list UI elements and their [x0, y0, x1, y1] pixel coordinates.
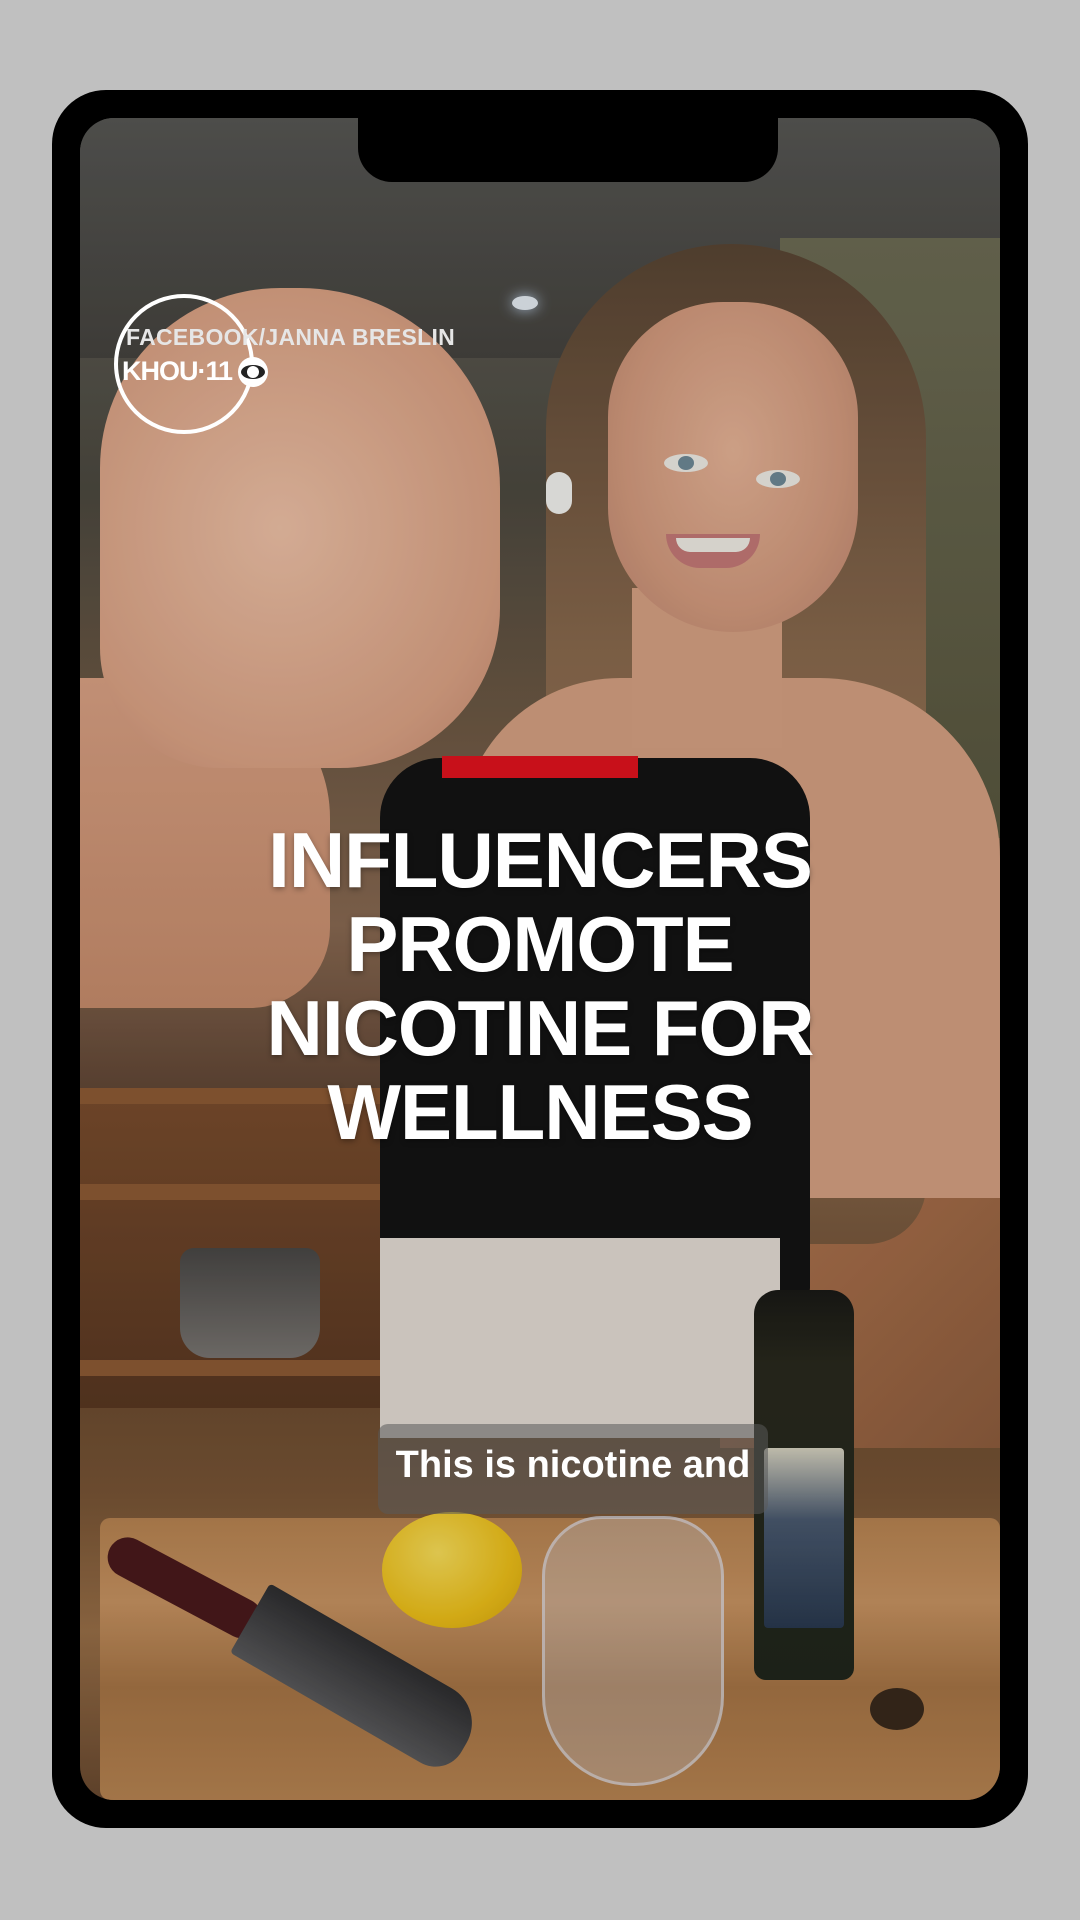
headline-accent-bar [442, 756, 638, 778]
headline-line: INFLUENCERS [268, 816, 813, 904]
headline-line: WELLNESS [327, 1068, 753, 1156]
caption-text: This is nicotine and [395, 1444, 751, 1486]
source-credit: FACEBOOK/JANNA BRESLIN [126, 324, 456, 350]
video-frame[interactable]: FACEBOOK/JANNA BRESLIN KHOU·11 INFLUENCE… [80, 118, 1000, 1800]
station-logo: KHOU·11 [122, 356, 269, 387]
headline: INFLUENCERS PROMOTE NICOTINE FOR WELLNES… [140, 818, 940, 1154]
phone-frame: FACEBOOK/JANNA BRESLIN KHOU·11 INFLUENCE… [52, 90, 1028, 1828]
cbs-eye-icon [238, 356, 269, 387]
headline-line: PROMOTE [346, 900, 734, 988]
headline-line: NICOTINE FOR [266, 984, 815, 1072]
station-logo-text: KHOU·11 [122, 356, 233, 386]
phone-notch [358, 118, 778, 182]
